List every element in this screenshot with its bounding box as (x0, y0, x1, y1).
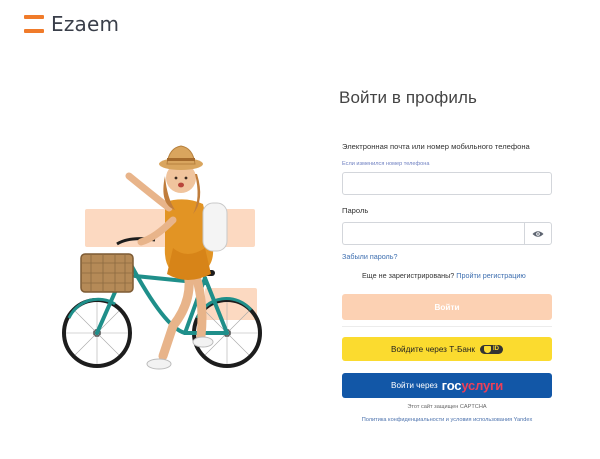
tbank-shield-icon (483, 345, 491, 353)
captcha-note: Этот сайт защищен CAPTCHA (407, 404, 487, 410)
password-field-group (342, 222, 552, 245)
login-button-label: Войти (434, 302, 460, 312)
girl-on-bicycle-illustration (62, 145, 262, 370)
email-field[interactable] (342, 172, 552, 195)
forgot-password-link[interactable]: Забыли пароль? (342, 252, 398, 261)
logo-text: Ezaem (51, 12, 120, 36)
tbank-login-button[interactable]: Войдите через Т-Банк ID (342, 337, 552, 361)
password-field[interactable] (342, 222, 525, 245)
phone-changed-link[interactable]: Если изменился номер телефона (342, 161, 429, 167)
register-link[interactable]: Пройти регистрацию (456, 271, 526, 280)
show-password-button[interactable] (524, 222, 552, 245)
not-registered-text: Еще не зарегистрированы? (362, 271, 455, 280)
divider (342, 326, 552, 327)
logo-mark-icon (24, 15, 44, 33)
register-prompt: Еще не зарегистрированы? Пройти регистра… (362, 271, 526, 280)
hero-illustration (55, 128, 280, 408)
brand-logo[interactable]: Ezaem (24, 12, 119, 36)
password-label: Пароль (342, 206, 369, 215)
eye-icon (532, 230, 544, 237)
login-form: Войти в профиль Электронная почта или но… (339, 88, 552, 423)
gosuslugi-logo: госуслуги (441, 378, 504, 393)
gosuslugi-button-prefix: Войти через (390, 381, 438, 390)
tbank-button-label: Войдите через Т-Банк (391, 344, 475, 354)
tbank-id-text: ID (492, 346, 499, 352)
tbank-id-badge: ID (479, 344, 503, 354)
gosuslugi-login-button[interactable]: Войти через госуслуги (342, 373, 552, 398)
page-title: Войти в профиль (339, 88, 477, 107)
privacy-policy-link[interactable]: Политика конфиденциальности и условия ис… (332, 417, 562, 423)
email-label: Электронная почта или номер мобильного т… (342, 142, 530, 151)
login-button[interactable]: Войти (342, 294, 552, 320)
